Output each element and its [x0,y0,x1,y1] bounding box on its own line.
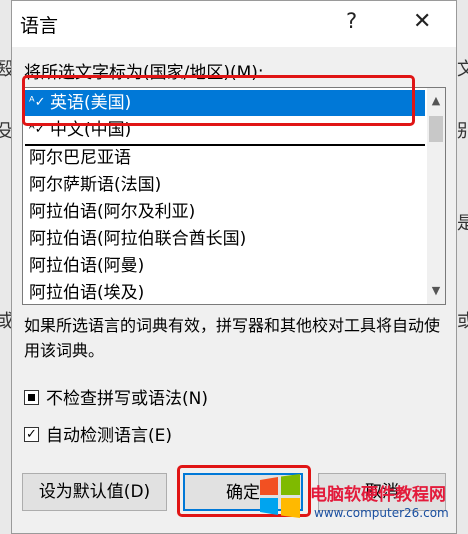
watermark-url: www.computer26.com [314,506,449,520]
checkbox-label: 不检查拼写或语法(N) [46,389,208,409]
list-item-label: 阿拉伯语(阿拉伯联合酋长国) [29,229,247,249]
title-bar: 语言 ? ✕ [12,1,456,47]
scroll-thumb[interactable] [429,116,443,142]
no-proofing-checkbox[interactable]: 不检查拼写或语法(N) [24,387,324,411]
background-text: 文 [457,59,468,80]
list-item-label: 阿拉伯语(阿曼) [29,256,145,276]
list-item-label: 阿尔巴尼亚语 [29,148,131,168]
dialog-title: 语言 [20,15,59,37]
checkbox-mixed-icon[interactable] [24,389,39,405]
background-text: 是 [457,213,468,234]
scroll-up-icon[interactable]: ▲ [427,92,445,110]
spellcheck-icon: ᴬ✓ [29,95,46,110]
close-icon[interactable]: ✕ [413,9,431,34]
list-item-label: 英语(美国) [50,93,132,113]
list-scrollbar[interactable]: ▲ ▼ [427,88,445,304]
list-item[interactable]: ᴬ✓ 英语(美国) [25,90,425,116]
background-window-right: 文 别 是 或 [457,0,468,534]
background-window-left: 殹 殳 或 [0,0,14,534]
list-item-label: 阿拉伯语(阿尔及利亚) [29,202,196,222]
background-text: 或 [457,311,468,332]
list-item-label: 阿拉伯语(埃及) [29,283,145,303]
set-default-button[interactable]: 设为默认值(D) [22,473,167,511]
list-item[interactable]: 阿拉伯语(阿曼) [25,253,425,279]
list-item[interactable]: 阿尔萨斯语(法国) [25,172,425,198]
watermark-title: 电脑软硬件教程网 [310,485,446,505]
watermark: 电脑软硬件教程网 www.computer26.com [248,462,468,534]
checkmark-icon[interactable]: ✓ [24,426,39,442]
list-item[interactable]: 阿拉伯语(阿尔及利亚) [25,199,425,225]
spellcheck-icon: ᴬ✓ [29,122,46,137]
list-item-label: 中文(中国) [50,120,132,140]
list-item-label: 阿尔萨斯语(法国) [29,175,162,195]
list-item[interactable]: 阿尔巴尼亚语 [25,145,425,171]
language-list-label: 将所选文字标为(国家/地区)(M): [24,63,264,83]
list-item[interactable]: ᴬ✓ 中文(中国) [25,117,425,143]
dictionary-description: 如果所选语言的词典有效，拼写器和其他校对工具将自动使用该词典。 [24,316,441,360]
help-icon[interactable]: ? [346,9,357,33]
checkbox-label: 自动检测语言(E) [46,426,173,446]
detect-language-checkbox[interactable]: ✓ 自动检测语言(E) [24,424,324,448]
list-item[interactable]: 阿拉伯语(埃及) [25,280,425,304]
language-dialog: 语言 ? ✕ 将所选文字标为(国家/地区)(M): ᴬ✓ 英语(美国) ᴬ✓ 中文(… [11,0,457,534]
background-text: 别 [457,121,468,142]
list-item[interactable]: 阿拉伯语(阿拉伯联合酋长国) [25,226,425,252]
windows-logo-icon [260,474,300,518]
language-listbox[interactable]: ᴬ✓ 英语(美国) ᴬ✓ 中文(中国) 阿尔巴尼亚语 阿尔萨斯语(法国) 阿拉伯语(… [22,87,446,305]
scroll-down-icon[interactable]: ▼ [427,282,445,300]
